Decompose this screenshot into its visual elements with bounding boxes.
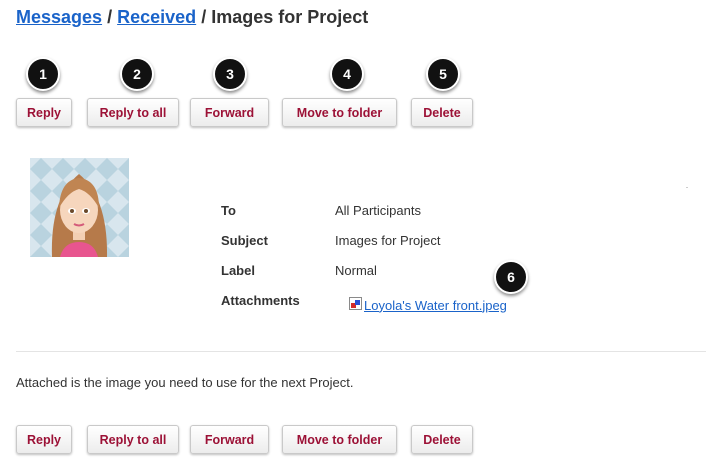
breadcrumb-separator: / [107, 7, 113, 27]
move-to-folder-button[interactable]: Move to folder [282, 98, 397, 127]
attachments-label: Attachments [221, 293, 300, 308]
label-label: Label [221, 263, 255, 278]
attachment-filename[interactable]: Loyola's Water front.jpeg [364, 298, 507, 313]
subject-value: Images for Project [335, 233, 441, 248]
subject-label: Subject [221, 233, 268, 248]
reply-button-bottom[interactable]: Reply [16, 425, 72, 454]
page-title: Images for Project [211, 7, 369, 27]
avatar [30, 158, 129, 257]
step-badge-5: 5 [426, 57, 460, 91]
forward-button-bottom[interactable]: Forward [190, 425, 269, 454]
message-body: Attached is the image you need to use fo… [16, 375, 354, 390]
to-value: All Participants [335, 203, 421, 218]
delete-button-bottom[interactable]: Delete [411, 425, 473, 454]
step-badge-2: 2 [120, 57, 154, 91]
delete-button[interactable]: Delete [411, 98, 473, 127]
breadcrumb-messages-link[interactable]: Messages [16, 7, 102, 27]
breadcrumb-received-link[interactable]: Received [117, 7, 196, 27]
divider [16, 351, 706, 352]
move-to-folder-button-bottom[interactable]: Move to folder [282, 425, 397, 454]
step-badge-3: 3 [213, 57, 247, 91]
label-value: Normal [335, 263, 377, 278]
image-file-icon [349, 297, 362, 313]
breadcrumb-separator: / [201, 7, 207, 27]
decorative-dot [686, 187, 688, 188]
breadcrumb: Messages / Received / Images for Project [16, 7, 368, 28]
reply-all-button-bottom[interactable]: Reply to all [87, 425, 179, 454]
step-badge-4: 4 [330, 57, 364, 91]
forward-button[interactable]: Forward [190, 98, 269, 127]
attachment-link[interactable]: Loyola's Water front.jpeg [349, 297, 507, 313]
reply-all-button[interactable]: Reply to all [87, 98, 179, 127]
reply-button[interactable]: Reply [16, 98, 72, 127]
step-badge-6: 6 [494, 260, 528, 294]
step-badge-1: 1 [26, 57, 60, 91]
to-label: To [221, 203, 236, 218]
